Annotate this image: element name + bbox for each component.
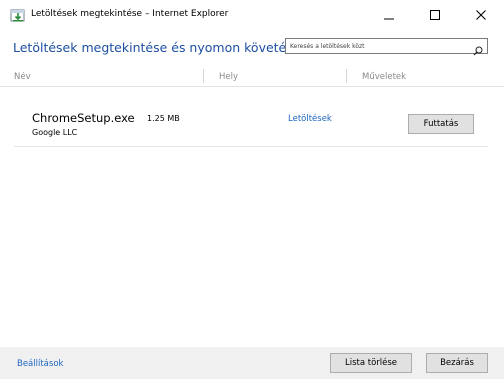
column-header-name[interactable]: Név xyxy=(14,72,31,82)
column-divider[interactable] xyxy=(346,69,347,83)
header-divider xyxy=(0,86,504,87)
close-icon xyxy=(476,10,486,20)
page-title: Letöltések megtekintése és nyomon követé… xyxy=(13,40,301,55)
file-size: 1.25 MB xyxy=(147,114,180,123)
search-icon[interactable] xyxy=(473,41,483,60)
search-input[interactable] xyxy=(290,41,470,52)
close-window-button[interactable] xyxy=(458,0,504,30)
column-divider[interactable] xyxy=(203,69,204,83)
search-box[interactable] xyxy=(285,38,488,56)
window-title: Letöltések megtekintése – Internet Explo… xyxy=(31,9,229,19)
column-header-location[interactable]: Hely xyxy=(219,72,238,82)
close-button[interactable]: Bezárás xyxy=(426,353,488,373)
footer-bar: Beállítások Lista törlése Bezárás xyxy=(0,347,504,379)
file-location-link[interactable]: Letöltések xyxy=(288,114,332,124)
file-name: ChromeSetup.exe xyxy=(32,111,135,125)
title-bar: Letöltések megtekintése – Internet Explo… xyxy=(0,0,504,30)
row-divider xyxy=(14,146,488,147)
settings-link[interactable]: Beállítások xyxy=(17,359,63,369)
clear-list-button[interactable]: Lista törlése xyxy=(330,353,412,373)
minimize-icon xyxy=(384,18,394,20)
column-header-actions[interactable]: Műveletek xyxy=(362,72,406,82)
maximize-icon xyxy=(430,10,440,20)
file-publisher: Google LLC xyxy=(32,128,78,137)
maximize-button[interactable] xyxy=(412,0,458,30)
run-button[interactable]: Futtatás xyxy=(408,114,474,134)
ie-download-icon xyxy=(10,8,26,22)
minimize-button[interactable] xyxy=(366,0,412,30)
